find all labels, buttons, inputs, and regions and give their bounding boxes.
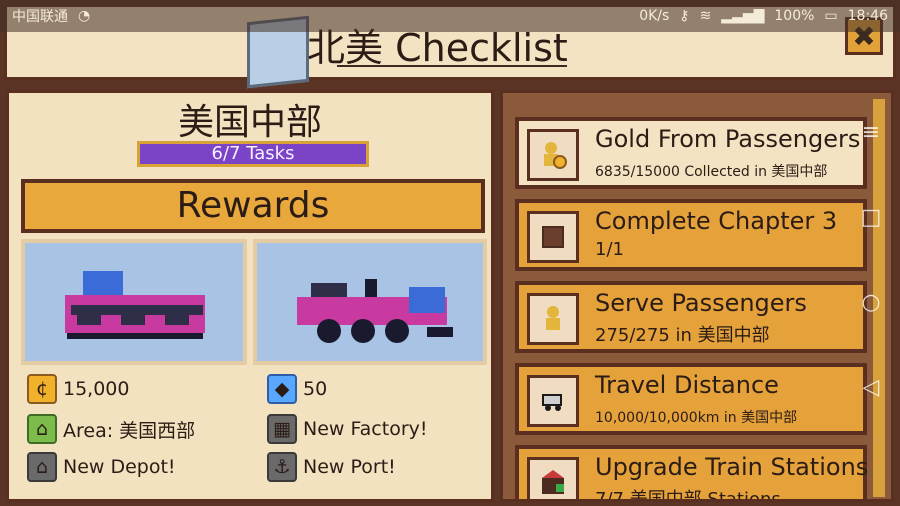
checklist-item-subtitle: 6835/15000 Collected in 美国中部 <box>595 164 828 180</box>
reward-gems-value: 50 <box>303 378 328 400</box>
factory-icon: ▦ <box>267 414 297 444</box>
battery-icon: ▭ <box>824 8 838 24</box>
book-icon <box>527 211 579 263</box>
checklist-item-title: Travel Distance <box>595 371 779 399</box>
reward-area-text: Area: 美国西部 <box>63 419 196 442</box>
time-label: 18:46 <box>847 8 888 24</box>
tasks-progress: 6/7 Tasks <box>137 141 369 167</box>
carrier-label: 中国联通 <box>12 9 68 25</box>
reward-locomotive-image <box>253 239 487 365</box>
reward-list: ¢ 15,000 ◆ 50 ⌂ Area: 美国西部 ▦ New Factory… <box>27 374 487 499</box>
map-area-icon: ⌂ <box>27 414 57 444</box>
port-icon: ⚓ <box>267 452 297 482</box>
train-icon <box>527 375 579 427</box>
checklist-item[interactable]: Serve Passengers 275/275 in 美国中部 <box>515 281 867 353</box>
speed-label: 0K/s <box>639 8 670 24</box>
checklist-item[interactable]: Complete Chapter 3 1/1 <box>515 199 867 271</box>
checklist-item[interactable]: Gold From Passengers 6835/15000 Collecte… <box>515 117 867 189</box>
reward-coins-value: 15,000 <box>63 378 130 400</box>
reward-car-image <box>21 239 247 365</box>
back-icon[interactable]: ◁ <box>863 375 880 400</box>
network-icon: ◔ <box>78 8 91 24</box>
checklist-item-subtitle: 10,000/10,000km in 美国中部 <box>595 410 798 426</box>
reward-coins: ¢ 15,000 <box>27 374 130 404</box>
reward-depot: ⌂ New Depot! <box>27 452 176 482</box>
android-navigation: ≡ □ ○ ◁ <box>854 90 888 430</box>
title-divider <box>337 65 567 67</box>
signal-icon: ▂▃▅▇ <box>721 8 765 24</box>
reward-port-text: New Port! <box>303 456 396 478</box>
rewards-panel: 美国中部 6/7 Tasks Rewards ¢ 15,000 ◆ 50 ⌂ A… <box>6 90 494 502</box>
battery-label: 100% <box>774 8 815 24</box>
depot-icon: ⌂ <box>27 452 57 482</box>
recent-apps-icon[interactable]: □ <box>861 205 882 230</box>
reward-depot-text: New Depot! <box>63 456 176 478</box>
checklist-panel: Gold From Passengers 6835/15000 Collecte… <box>500 90 894 502</box>
key-icon: ⚷ <box>679 8 690 24</box>
status-bar: 中国联通 ◔ 0K/s ⚷ ≋ ▂▃▅▇ 100% ▭ 18:46 <box>0 0 900 32</box>
reward-port: ⚓ New Port! <box>267 452 396 482</box>
checklist-item-title: Serve Passengers <box>595 289 807 317</box>
reward-area: ⌂ Area: 美国西部 <box>27 414 196 444</box>
home-icon[interactable]: ○ <box>861 290 880 315</box>
checklist-item-subtitle: 7/7 美国中部 Stations <box>595 489 781 502</box>
checklist-item-subtitle: 275/275 in 美国中部 <box>595 325 770 346</box>
coin-icon: ¢ <box>27 374 57 404</box>
locomotive-icon <box>297 279 453 343</box>
reward-gems: ◆ 50 <box>267 374 328 404</box>
checklist-item[interactable]: Upgrade Train Stations 7/7 美国中部 Stations <box>515 445 869 502</box>
person-coin-icon <box>527 129 579 181</box>
reward-factory: ▦ New Factory! <box>267 414 428 444</box>
person-icon <box>527 293 579 345</box>
checklist-item-title: Gold From Passengers <box>595 125 861 153</box>
checklist-item-subtitle: 1/1 <box>595 239 624 260</box>
menu-icon[interactable]: ≡ <box>862 120 880 145</box>
wifi-icon: ≋ <box>699 8 712 24</box>
station-icon <box>527 457 579 499</box>
rewards-header: Rewards <box>21 179 485 233</box>
reward-factory-text: New Factory! <box>303 418 428 440</box>
region-title: 美国中部 <box>177 102 322 143</box>
checklist-item[interactable]: Travel Distance 10,000/10,000km in 美国中部 <box>515 363 867 435</box>
gem-icon: ◆ <box>267 374 297 404</box>
caboose-icon <box>65 271 205 339</box>
checklist-item-title: Upgrade Train Stations <box>595 453 869 481</box>
checklist-item-title: Complete Chapter 3 <box>595 207 838 235</box>
